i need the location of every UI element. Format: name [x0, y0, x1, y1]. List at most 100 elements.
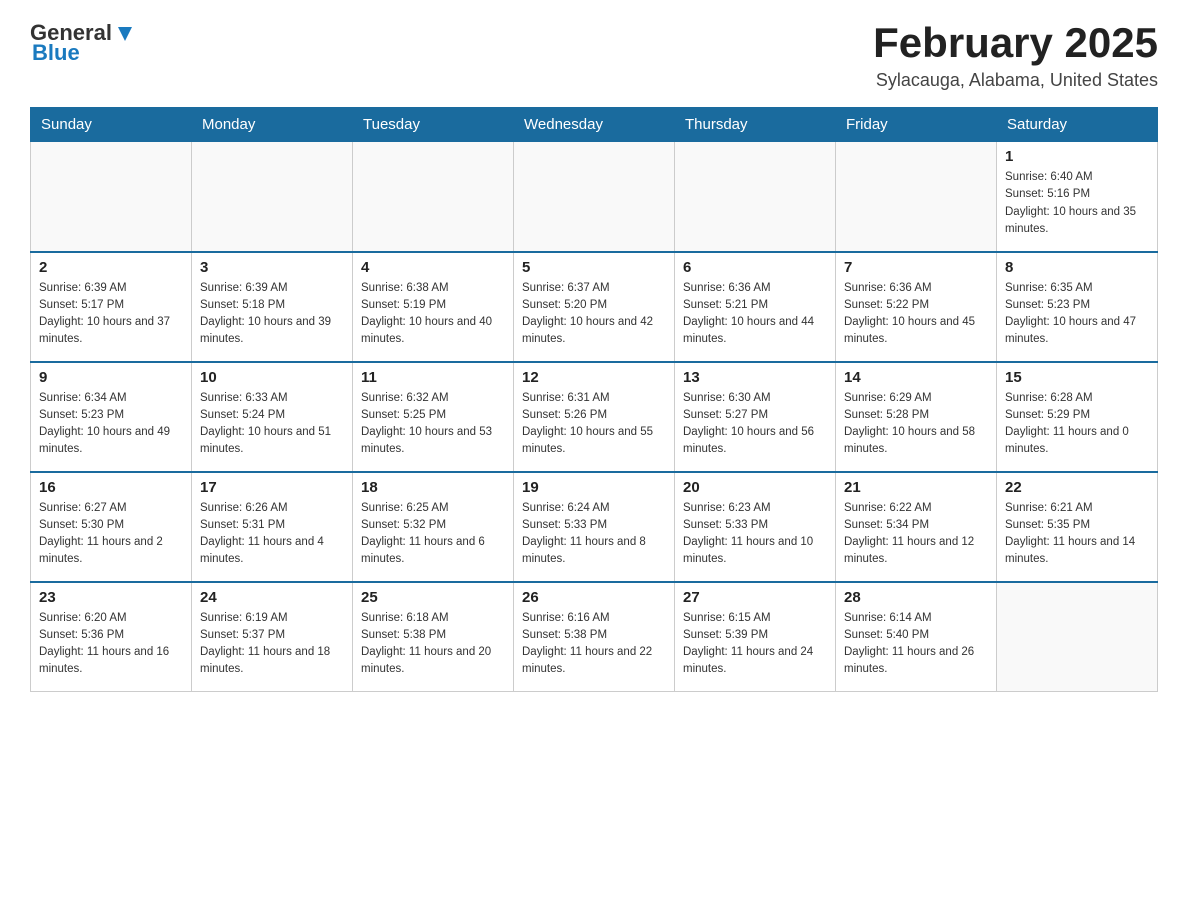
day-number: 8: [1005, 259, 1149, 276]
day-number: 10: [200, 369, 344, 386]
calendar-week-row: 16 Sunrise: 6:27 AMSunset: 5:30 PMDayligh…: [31, 472, 1158, 582]
calendar-cell: 24Sunrise: 6:19 AMSunset: 5:37 PMDayligh…: [192, 582, 353, 692]
logo-blue-text: Blue: [32, 40, 80, 66]
calendar-table: SundayMondayTuesdayWednesdayThursdayFrid…: [30, 107, 1158, 692]
calendar-cell: 6 Sunrise: 6:36 AMSunset: 5:21 PMDaylight…: [675, 252, 836, 362]
day-info: Sunrise: 6:39 AMSunset: 5:17 PMDaylight:…: [39, 280, 183, 349]
calendar-cell: 25 Sunrise: 6:18 AMSunset: 5:38 PMDayligh…: [353, 582, 514, 692]
calendar-cell: 26 Sunrise: 6:16 AMSunset: 5:38 PMDayligh…: [514, 582, 675, 692]
day-number: 14: [844, 369, 988, 386]
day-number: 11: [361, 369, 505, 386]
day-info: Sunrise: 6:27 AMSunset: 5:30 PMDaylight:…: [39, 500, 183, 569]
calendar-cell: 1Sunrise: 6:40 AMSunset: 5:16 PMDaylight…: [997, 142, 1158, 252]
day-number: 4: [361, 259, 505, 276]
day-number: 6: [683, 259, 827, 276]
calendar-cell: 18 Sunrise: 6:25 AMSunset: 5:32 PMDayligh…: [353, 472, 514, 582]
title-block: February 2025 Sylacauga, Alabama, United…: [873, 20, 1158, 91]
calendar-cell: 13Sunrise: 6:30 AMSunset: 5:27 PMDayligh…: [675, 362, 836, 472]
day-number: 26: [522, 589, 666, 606]
day-info: Sunrise: 6:34 AMSunset: 5:23 PMDaylight:…: [39, 390, 183, 459]
calendar-week-row: 9 Sunrise: 6:34 AMSunset: 5:23 PMDaylight…: [31, 362, 1158, 472]
calendar-week-row: 1Sunrise: 6:40 AMSunset: 5:16 PMDaylight…: [31, 142, 1158, 252]
day-number: 5: [522, 259, 666, 276]
day-info: Sunrise: 6:20 AMSunset: 5:36 PMDaylight:…: [39, 610, 183, 679]
calendar-cell: [514, 142, 675, 252]
day-number: 22: [1005, 479, 1149, 496]
calendar-cell: 12 Sunrise: 6:31 AMSunset: 5:26 PMDayligh…: [514, 362, 675, 472]
calendar-week-row: 23 Sunrise: 6:20 AMSunset: 5:36 PMDayligh…: [31, 582, 1158, 692]
location-text: Sylacauga, Alabama, United States: [873, 70, 1158, 91]
calendar-cell: [836, 142, 997, 252]
day-number: 20: [683, 479, 827, 496]
calendar-cell: 23 Sunrise: 6:20 AMSunset: 5:36 PMDayligh…: [31, 582, 192, 692]
calendar-cell: 20 Sunrise: 6:23 AMSunset: 5:33 PMDayligh…: [675, 472, 836, 582]
day-number: 18: [361, 479, 505, 496]
day-number: 23: [39, 589, 183, 606]
calendar-cell: 10Sunrise: 6:33 AMSunset: 5:24 PMDayligh…: [192, 362, 353, 472]
day-number: 21: [844, 479, 988, 496]
day-number: 24: [200, 589, 344, 606]
day-info: Sunrise: 6:39 AMSunset: 5:18 PMDaylight:…: [200, 280, 344, 349]
day-info: Sunrise: 6:26 AMSunset: 5:31 PMDaylight:…: [200, 500, 344, 569]
day-info: Sunrise: 6:23 AMSunset: 5:33 PMDaylight:…: [683, 500, 827, 569]
day-number: 12: [522, 369, 666, 386]
calendar-cell: 21 Sunrise: 6:22 AMSunset: 5:34 PMDayligh…: [836, 472, 997, 582]
col-header-friday: Friday: [836, 108, 997, 142]
calendar-cell: [31, 142, 192, 252]
calendar-cell: 3 Sunrise: 6:39 AMSunset: 5:18 PMDaylight…: [192, 252, 353, 362]
day-number: 17: [200, 479, 344, 496]
calendar-cell: 5Sunrise: 6:37 AMSunset: 5:20 PMDaylight…: [514, 252, 675, 362]
calendar-cell: 28 Sunrise: 6:14 AMSunset: 5:40 PMDayligh…: [836, 582, 997, 692]
day-info: Sunrise: 6:15 AMSunset: 5:39 PMDaylight:…: [683, 610, 827, 679]
day-number: 7: [844, 259, 988, 276]
calendar-cell: 11 Sunrise: 6:32 AMSunset: 5:25 PMDayligh…: [353, 362, 514, 472]
day-info: Sunrise: 6:38 AMSunset: 5:19 PMDaylight:…: [361, 280, 505, 349]
day-info: Sunrise: 6:28 AMSunset: 5:29 PMDaylight:…: [1005, 390, 1149, 459]
calendar-cell: 2 Sunrise: 6:39 AMSunset: 5:17 PMDaylight…: [31, 252, 192, 362]
day-number: 16: [39, 479, 183, 496]
calendar-cell: 22Sunrise: 6:21 AMSunset: 5:35 PMDayligh…: [997, 472, 1158, 582]
day-info: Sunrise: 6:31 AMSunset: 5:26 PMDaylight:…: [522, 390, 666, 459]
page-header: General Blue February 2025 Sylacauga, Al…: [30, 20, 1158, 91]
day-info: Sunrise: 6:24 AMSunset: 5:33 PMDaylight:…: [522, 500, 666, 569]
calendar-header-row: SundayMondayTuesdayWednesdayThursdayFrid…: [31, 108, 1158, 142]
day-info: Sunrise: 6:36 AMSunset: 5:22 PMDaylight:…: [844, 280, 988, 349]
calendar-week-row: 2 Sunrise: 6:39 AMSunset: 5:17 PMDaylight…: [31, 252, 1158, 362]
calendar-cell: 17 Sunrise: 6:26 AMSunset: 5:31 PMDayligh…: [192, 472, 353, 582]
day-info: Sunrise: 6:32 AMSunset: 5:25 PMDaylight:…: [361, 390, 505, 459]
col-header-saturday: Saturday: [997, 108, 1158, 142]
calendar-cell: 16 Sunrise: 6:27 AMSunset: 5:30 PMDayligh…: [31, 472, 192, 582]
calendar-cell: 8Sunrise: 6:35 AMSunset: 5:23 PMDaylight…: [997, 252, 1158, 362]
day-number: 28: [844, 589, 988, 606]
day-number: 3: [200, 259, 344, 276]
calendar-cell: 15 Sunrise: 6:28 AMSunset: 5:29 PMDayligh…: [997, 362, 1158, 472]
calendar-cell: 19Sunrise: 6:24 AMSunset: 5:33 PMDayligh…: [514, 472, 675, 582]
day-number: 2: [39, 259, 183, 276]
calendar-cell: [997, 582, 1158, 692]
day-info: Sunrise: 6:40 AMSunset: 5:16 PMDaylight:…: [1005, 169, 1149, 238]
calendar-cell: 27 Sunrise: 6:15 AMSunset: 5:39 PMDayligh…: [675, 582, 836, 692]
logo: General Blue: [30, 20, 136, 66]
calendar-cell: 7 Sunrise: 6:36 AMSunset: 5:22 PMDaylight…: [836, 252, 997, 362]
day-info: Sunrise: 6:30 AMSunset: 5:27 PMDaylight:…: [683, 390, 827, 459]
day-info: Sunrise: 6:36 AMSunset: 5:21 PMDaylight:…: [683, 280, 827, 349]
day-info: Sunrise: 6:22 AMSunset: 5:34 PMDaylight:…: [844, 500, 988, 569]
col-header-monday: Monday: [192, 108, 353, 142]
calendar-cell: 9 Sunrise: 6:34 AMSunset: 5:23 PMDaylight…: [31, 362, 192, 472]
calendar-cell: [192, 142, 353, 252]
day-info: Sunrise: 6:25 AMSunset: 5:32 PMDaylight:…: [361, 500, 505, 569]
day-number: 9: [39, 369, 183, 386]
day-number: 15: [1005, 369, 1149, 386]
col-header-tuesday: Tuesday: [353, 108, 514, 142]
month-title: February 2025: [873, 20, 1158, 66]
calendar-cell: 14 Sunrise: 6:29 AMSunset: 5:28 PMDayligh…: [836, 362, 997, 472]
col-header-wednesday: Wednesday: [514, 108, 675, 142]
day-info: Sunrise: 6:29 AMSunset: 5:28 PMDaylight:…: [844, 390, 988, 459]
col-header-sunday: Sunday: [31, 108, 192, 142]
calendar-cell: [675, 142, 836, 252]
day-info: Sunrise: 6:18 AMSunset: 5:38 PMDaylight:…: [361, 610, 505, 679]
day-info: Sunrise: 6:14 AMSunset: 5:40 PMDaylight:…: [844, 610, 988, 679]
day-number: 27: [683, 589, 827, 606]
day-number: 25: [361, 589, 505, 606]
day-info: Sunrise: 6:16 AMSunset: 5:38 PMDaylight:…: [522, 610, 666, 679]
